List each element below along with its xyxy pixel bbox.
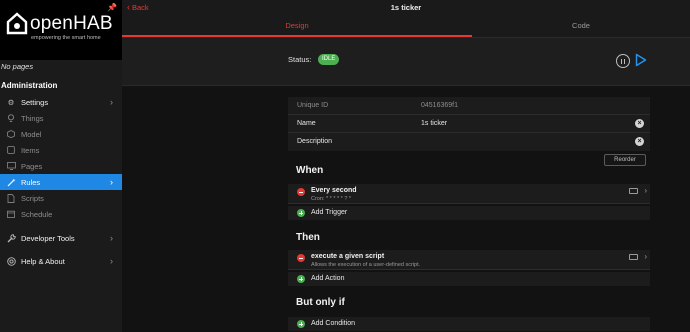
add-icon: [297, 275, 305, 283]
clear-description-icon[interactable]: ×: [635, 137, 644, 146]
cube-icon: [6, 129, 16, 139]
pause-icon-bar: [623, 58, 626, 64]
square-icon: [6, 145, 16, 155]
sidebar-item-label: Model: [21, 129, 42, 139]
then-heading: Then: [296, 232, 320, 243]
sidebar-item-schedule[interactable]: Schedule: [0, 206, 122, 222]
top-navbar: ‹ Back 1s ticker: [122, 0, 690, 15]
add-condition-button[interactable]: Add Condition: [288, 317, 650, 331]
status-badge: IDLE: [318, 54, 340, 65]
uid-row: Unique ID 04516369f1: [288, 97, 650, 115]
add-action-label: Add Action: [311, 275, 345, 282]
remove-action-icon[interactable]: [297, 254, 305, 262]
add-icon: [297, 320, 305, 328]
chevron-right-icon: ›: [110, 97, 113, 107]
tab-code[interactable]: Code: [472, 15, 690, 37]
brand-name: openHAB: [30, 13, 113, 34]
sidebar-item-label: Settings: [21, 97, 49, 107]
sidebar-item-model[interactable]: Model: [0, 126, 122, 142]
chevron-right-icon: ›: [644, 186, 647, 195]
sidebar-item-label: Scripts: [21, 193, 44, 203]
sidebar-item-label: Rules: [21, 177, 41, 187]
sidebar-item-label: Items: [21, 145, 40, 155]
but-only-if-heading: But only if: [296, 297, 345, 308]
description-field[interactable]: Description ×: [288, 133, 650, 151]
gear-icon: ⚙: [7, 97, 15, 107]
openhab-app: 📌 openHAB empowering the smart home No p…: [0, 0, 690, 332]
name-field[interactable]: Name 1s ticker ×: [288, 115, 650, 133]
name-value: 1s ticker: [421, 120, 448, 127]
sidebar-item-settings[interactable]: ⚙ Settings ›: [0, 94, 122, 110]
sidebar-item-scripts[interactable]: Scripts: [0, 190, 122, 206]
calendar-icon: [6, 209, 16, 219]
add-condition-label: Add Condition: [311, 320, 355, 327]
sidebar-item-label: Help & About: [21, 256, 65, 266]
add-action-button[interactable]: Add Action: [288, 272, 650, 286]
when-heading: When: [296, 165, 324, 176]
sidebar-item-pages[interactable]: Pages: [0, 158, 122, 174]
reorder-button[interactable]: Reorder: [604, 154, 646, 166]
trigger-item[interactable]: Every second Cron: * * * * * ? * ›: [288, 184, 650, 204]
pause-button[interactable]: [616, 54, 630, 68]
brand-tagline: empowering the smart home: [31, 35, 101, 41]
tab-design[interactable]: Design: [122, 15, 472, 37]
sidebar-item-label: Developer Tools: [21, 233, 75, 243]
play-icon[interactable]: [635, 53, 647, 67]
action-subtitle: Allows the execution of a user-defined s…: [311, 262, 421, 268]
pause-icon-bar: [620, 58, 623, 64]
sidebar-item-label: Things: [21, 113, 44, 123]
name-label: Name: [297, 120, 316, 127]
add-icon: [297, 209, 305, 217]
administration-heading: Administration: [1, 81, 58, 90]
rule-editor: Unique ID 04516369f1 Name 1s ticker × De…: [122, 86, 690, 332]
sidebar-item-label: Schedule: [21, 209, 53, 219]
clear-name-icon[interactable]: ×: [635, 119, 644, 128]
desktop-icon: [6, 161, 16, 171]
edit-icon[interactable]: [629, 254, 638, 260]
trigger-subtitle: Cron: * * * * * ? *: [311, 196, 352, 202]
trigger-title: Every second: [311, 187, 357, 194]
edit-icon[interactable]: [629, 188, 638, 194]
action-item[interactable]: execute a given script Allows the execut…: [288, 250, 650, 270]
wrench-icon: [6, 233, 16, 243]
status-label: Status:: [288, 55, 312, 64]
add-trigger-label: Add Trigger: [311, 209, 348, 216]
sidebar-item-help-about[interactable]: Help & About ›: [0, 253, 122, 269]
openhab-logo-icon: [6, 12, 28, 35]
help-icon: [6, 256, 16, 266]
chevron-right-icon: ›: [110, 177, 113, 187]
sidebar-item-items[interactable]: Items: [0, 142, 122, 158]
remove-trigger-icon[interactable]: [297, 188, 305, 196]
lightbulb-icon: [6, 113, 16, 123]
wand-icon: [6, 177, 16, 187]
page-title: 1s ticker: [390, 3, 422, 12]
chevron-right-icon: ›: [110, 233, 113, 243]
chevron-right-icon: ›: [644, 252, 647, 261]
sidebar-item-things[interactable]: Things: [0, 110, 122, 126]
pin-icon[interactable]: 📌: [107, 3, 117, 12]
rule-properties-card: Unique ID 04516369f1 Name 1s ticker × De…: [288, 97, 650, 151]
no-pages-label: No pages: [1, 62, 34, 71]
status-bar: Status: IDLE: [122, 37, 690, 86]
uid-value: 04516369f1: [421, 102, 458, 109]
add-trigger-button[interactable]: Add Trigger: [288, 206, 650, 220]
sidebar-item-rules[interactable]: Rules ›: [0, 174, 122, 190]
tab-bar: Design Code: [122, 15, 690, 37]
chevron-right-icon: ›: [110, 256, 113, 266]
brand-header: 📌 openHAB empowering the smart home: [0, 0, 122, 60]
uid-label: Unique ID: [297, 102, 329, 109]
sidebar-item-label: Pages: [21, 161, 43, 171]
sidebar-item-developer-tools[interactable]: Developer Tools ›: [0, 230, 122, 246]
sidebar: 📌 openHAB empowering the smart home No p…: [0, 0, 122, 332]
description-label: Description: [297, 138, 333, 145]
doc-icon: [6, 193, 16, 203]
action-title: execute a given script: [311, 253, 385, 260]
